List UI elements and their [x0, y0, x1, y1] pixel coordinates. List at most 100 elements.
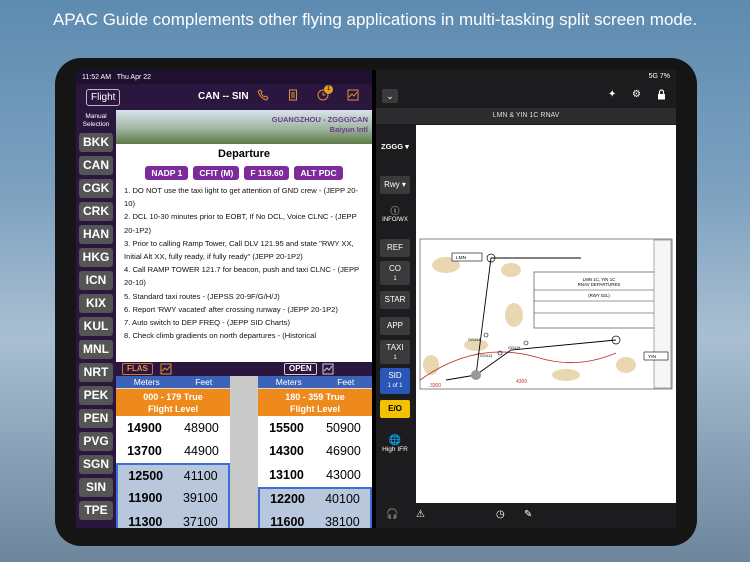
instruction-item: 6. Report 'RWY vacated' after crossing r…	[124, 304, 338, 314]
flight-button[interactable]: Flight	[86, 88, 121, 106]
flas-button[interactable]: FLAS	[122, 363, 153, 375]
table-row[interactable]: 15500 50900	[258, 416, 372, 440]
airport-banner: GUANGZHOU - ZGGG/CAN Baiyun Intl	[116, 110, 372, 144]
screen: 11:52 AM Thu Apr 22 Flight CAN -- SIN 1 …	[76, 70, 676, 528]
pencil-icon[interactable]: ✎	[524, 509, 532, 520]
table-row[interactable]: 11900 39100	[116, 486, 230, 510]
table-row[interactable]: 14300 46900	[258, 439, 372, 463]
caption: APAC Guide complements other flying appl…	[52, 10, 698, 29]
timer-icon[interactable]: ◷	[496, 509, 505, 520]
airport-code-button[interactable]: ICN	[79, 271, 113, 290]
flight-level-band: 180 - 359 True Flight Level	[258, 389, 372, 416]
airport-code-button[interactable]: CGK	[79, 179, 113, 198]
column-divider	[230, 376, 258, 528]
airport-code-button[interactable]: SGN	[79, 455, 113, 474]
open-button[interactable]: OPEN	[284, 363, 317, 375]
info-icon: ⓘ	[390, 206, 400, 216]
manual-selection-label: Manual Selection	[82, 113, 110, 128]
departure-instructions: 1. DO NOT use the taxi light to get atte…	[124, 184, 368, 342]
airport-code-button[interactable]: PVG	[79, 432, 113, 451]
airport-code-button[interactable]: NRT	[79, 363, 113, 382]
info-wx-button[interactable]: ⓘ INFO/WX	[380, 204, 410, 228]
flas-column-west: Meters Feet 180 - 359 True Flight Level …	[258, 376, 372, 528]
high-ifr-button[interactable]: 🌐 High IFR	[380, 435, 410, 463]
chart-icon[interactable]	[346, 89, 360, 103]
flas-chart-icon[interactable]	[160, 363, 172, 375]
airport-code-list: BKK CAN CGK CRK HAN HKG ICN KIX KUL MNL NRT PEK PEN P…	[76, 133, 116, 520]
pill-alt-pdc[interactable]: ALT PDC	[294, 166, 343, 180]
document-icon[interactable]	[286, 89, 300, 103]
satellite-icon[interactable]: ✦	[608, 89, 616, 100]
instruction-item: 4. Call RAMP TOWER 121.7 for beacon, pus…	[124, 265, 359, 288]
airport-code-button[interactable]: CAN	[79, 156, 113, 175]
table-row[interactable]: 14900 48900	[116, 416, 230, 440]
app-button[interactable]: APP	[380, 317, 410, 335]
pill-nadp[interactable]: NADP 1	[145, 166, 189, 180]
chart-title: LMN & YIN 1C RNAV	[376, 108, 676, 124]
gear-icon[interactable]: ⚙	[632, 89, 641, 100]
airport-code-button[interactable]: SIN	[79, 478, 113, 497]
sid-chart-graphic: LMN 1C, YIN 1C RNAV DEPARTURES (RWY 02L)…	[419, 238, 673, 390]
airport-code-button[interactable]: KIX	[79, 294, 113, 313]
co-button[interactable]: CO 1	[380, 261, 410, 285]
instruction-item: 1. DO NOT use the taxi light to get atte…	[124, 186, 358, 209]
instruction-item: 8. Check climb gradients on north depart…	[124, 331, 317, 341]
taxi-button[interactable]: TAXI 1	[380, 340, 410, 364]
charts-bottom-bar: 🎧 ⚠ ◷ ✎	[376, 504, 676, 528]
approach-plate[interactable]: LMN 1C, YIN 1C RNAV DEPARTURES (RWY 02L)…	[416, 125, 676, 503]
airport-code-button[interactable]: HKG	[79, 248, 113, 267]
column-header: Meters Feet	[116, 376, 230, 388]
charts-pane: 5G 7% ⌄ ✦ ⚙ LMN & YIN 1C RNAV ZGGG ▾ Rwy…	[376, 70, 676, 528]
airport-sidebar: Manual Selection BKK CAN CGK CRK HAN HKG ICN KI…	[76, 110, 116, 528]
plate-waypoint: GG413	[480, 354, 492, 358]
pill-cfit[interactable]: CFIT (M)	[193, 166, 240, 180]
open-chart-icon[interactable]	[322, 363, 334, 375]
airport-code-button[interactable]: CRK	[79, 202, 113, 221]
status-time: 11:52 AM	[82, 74, 112, 81]
airport-code-button[interactable]: KUL	[79, 317, 113, 336]
airport-code-button[interactable]: TPE	[79, 501, 113, 520]
sid-button[interactable]: SID 1 of 1	[380, 368, 410, 394]
airport-code-button[interactable]: BKK	[79, 133, 113, 152]
instruction-item: 5. Standard taxi routes - (JEPSS 20-9F/G…	[124, 291, 280, 301]
pill-frequency[interactable]: F 119.60	[244, 166, 290, 180]
airport-code-button[interactable]: PEK	[79, 386, 113, 405]
route-title: CAN -- SIN	[198, 91, 249, 102]
plate-alt-4300: 4300	[516, 379, 527, 385]
engine-out-button[interactable]: E/O	[380, 400, 410, 418]
airport-code-button[interactable]: MNL	[79, 340, 113, 359]
star-button[interactable]: STAR	[380, 291, 410, 309]
ref-button[interactable]: REF	[380, 239, 410, 257]
table-row[interactable]: 11300 37100	[116, 510, 230, 528]
lock-icon[interactable]	[657, 89, 666, 103]
apac-guide-pane: 11:52 AM Thu Apr 22 Flight CAN -- SIN 1 …	[76, 70, 372, 528]
table-row[interactable]: 12500 41100	[116, 463, 230, 487]
warning-icon[interactable]: ⚠	[416, 509, 425, 520]
plate-procedure-type: RNAV DEPARTURES	[578, 282, 621, 287]
flas-column-east: Meters Feet 000 - 179 True Flight Level …	[116, 376, 230, 528]
flight-level-band: 000 - 179 True Flight Level	[116, 389, 230, 416]
departure-title: Departure	[218, 148, 270, 160]
plate-waypoint: GG414	[468, 338, 480, 342]
departure-pills: NADP 1 CFIT (M) F 119.60 ALT PDC	[116, 166, 372, 180]
chart-category-sidebar: ZGGG ▾ Rwy ▾ ⓘ INFO/WX REF CO 1 STAR APP …	[376, 124, 414, 504]
headphones-icon[interactable]: 🎧	[386, 509, 398, 520]
instruction-item: 3. Prior to calling Ramp Tower, Call DLV…	[124, 238, 354, 262]
phone-icon[interactable]	[256, 89, 270, 103]
column-header: Meters Feet	[258, 376, 372, 388]
airport-code-button[interactable]: PEN	[79, 409, 113, 428]
airport-selector[interactable]: ZGGG ▾	[381, 142, 409, 151]
instruction-item: 2. DCL 10-30 minutes prior to EOBT, If N…	[124, 212, 357, 235]
runway-selector[interactable]: Rwy ▾	[380, 176, 410, 194]
plate-fix-lmn: LMN	[456, 255, 467, 261]
clock-icon[interactable]: 1	[316, 85, 333, 103]
table-row[interactable]: 12200 40100	[258, 486, 372, 510]
table-row[interactable]: 13700 44900	[116, 439, 230, 463]
banner-title: GUANGZHOU - ZGGG/CAN	[271, 115, 368, 124]
charts-toolbar: ⌄ ✦ ⚙	[376, 86, 676, 108]
table-row[interactable]: 11600 38100	[258, 510, 372, 528]
airport-code-button[interactable]: HAN	[79, 225, 113, 244]
instruction-item: 7. Auto switch to DEP FREQ - (JEPP SID C…	[124, 318, 290, 328]
table-row[interactable]: 13100 43000	[258, 463, 372, 487]
chevron-down-icon[interactable]: ⌄	[382, 89, 398, 103]
